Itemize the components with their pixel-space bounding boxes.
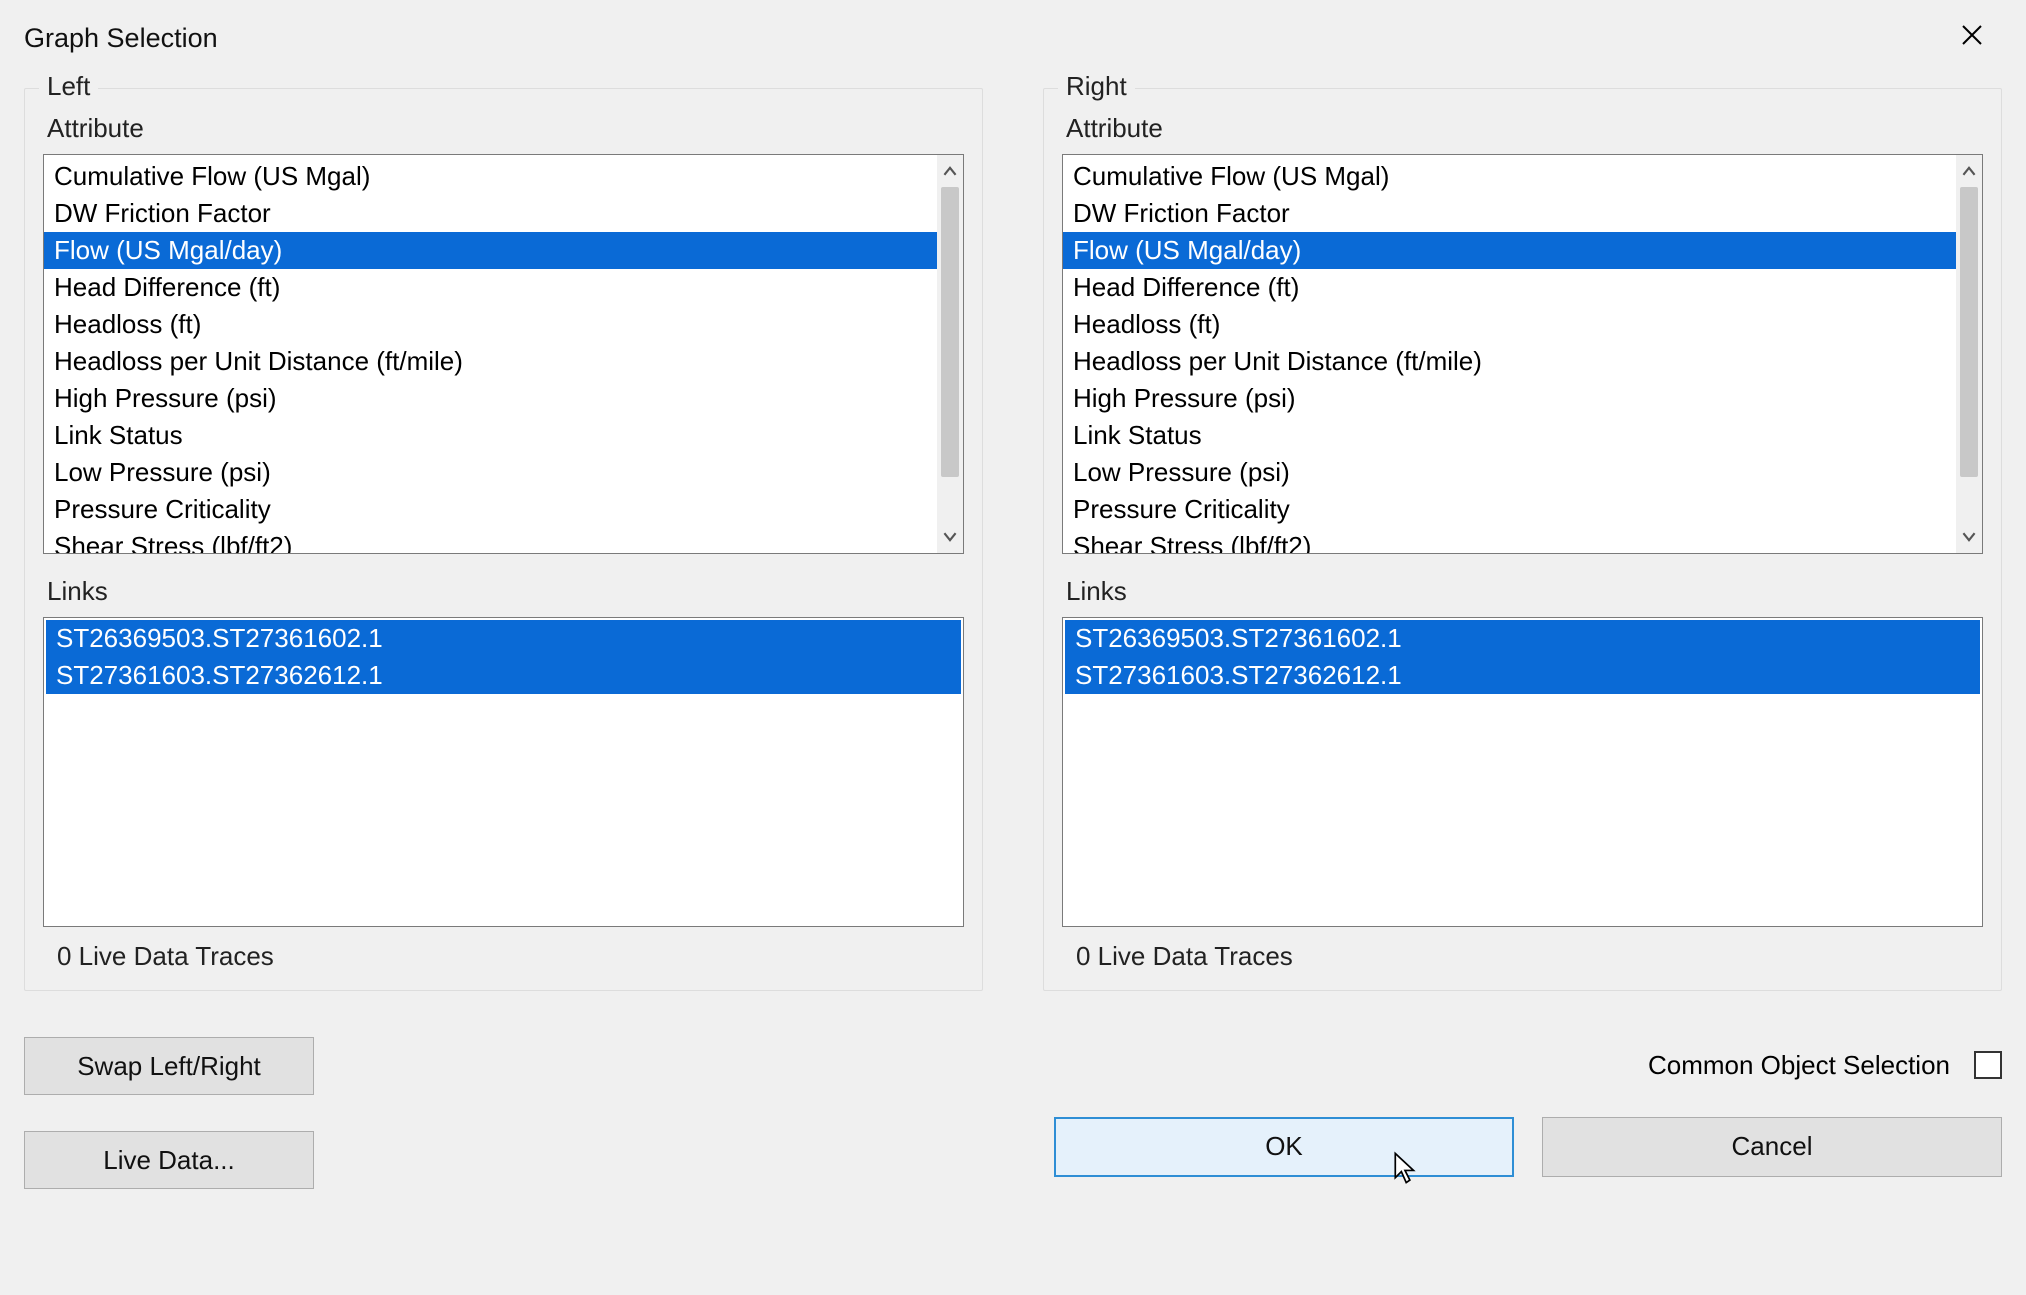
list-item[interactable]: Headloss per Unit Distance (ft/mile) (1063, 343, 1956, 380)
right-status: 0 Live Data Traces (1076, 941, 1983, 972)
list-item[interactable]: Pressure Criticality (1063, 491, 1956, 528)
right-group: Right Attribute Cumulative Flow (US Mgal… (1043, 88, 2002, 991)
list-item[interactable]: DW Friction Factor (44, 195, 937, 232)
close-icon (1960, 23, 1984, 54)
list-item[interactable]: Cumulative Flow (US Mgal) (1063, 158, 1956, 195)
live-data-button[interactable]: Live Data... (24, 1131, 314, 1189)
cancel-button[interactable]: Cancel (1542, 1117, 2002, 1177)
ok-button[interactable]: OK (1054, 1117, 1514, 1177)
list-item[interactable]: High Pressure (psi) (1063, 380, 1956, 417)
list-item[interactable]: Headloss per Unit Distance (ft/mile) (44, 343, 937, 380)
list-item[interactable]: ST26369503.ST27361602.1 (46, 620, 961, 657)
scroll-down-icon[interactable] (937, 525, 963, 547)
list-item[interactable]: High Pressure (psi) (44, 380, 937, 417)
scroll-thumb[interactable] (941, 187, 959, 477)
list-item[interactable]: Link Status (44, 417, 937, 454)
scrollbar[interactable] (1956, 155, 1982, 553)
left-links-label: Links (47, 576, 964, 607)
left-group-title: Left (39, 71, 98, 102)
list-item[interactable]: Shear Stress (lbf/ft2) (1063, 528, 1956, 553)
left-attribute-label: Attribute (47, 113, 964, 144)
list-item[interactable]: Head Difference (ft) (1063, 269, 1956, 306)
scroll-up-icon[interactable] (1956, 161, 1982, 183)
list-item[interactable]: Cumulative Flow (US Mgal) (44, 158, 937, 195)
common-object-selection-label[interactable]: Common Object Selection (1648, 1050, 2002, 1081)
list-item[interactable]: Shear Stress (lbf/ft2) (44, 528, 937, 553)
window-title: Graph Selection (24, 23, 218, 54)
list-item[interactable]: ST26369503.ST27361602.1 (1065, 620, 1980, 657)
list-item[interactable]: Low Pressure (psi) (44, 454, 937, 491)
list-item[interactable]: ST27361603.ST27362612.1 (1065, 657, 1980, 694)
list-item[interactable]: DW Friction Factor (1063, 195, 1956, 232)
right-attribute-label: Attribute (1066, 113, 1983, 144)
scroll-up-icon[interactable] (937, 161, 963, 183)
common-object-selection-text: Common Object Selection (1648, 1050, 1950, 1081)
right-links-listbox[interactable]: ST26369503.ST27361602.1ST27361603.ST2736… (1062, 617, 1983, 927)
right-attribute-listbox[interactable]: Cumulative Flow (US Mgal)DW Friction Fac… (1062, 154, 1983, 554)
list-item[interactable]: ST27361603.ST27362612.1 (46, 657, 961, 694)
swap-left-right-button[interactable]: Swap Left/Right (24, 1037, 314, 1095)
list-item[interactable]: Headloss (ft) (1063, 306, 1956, 343)
scrollbar[interactable] (937, 155, 963, 553)
list-item[interactable]: Flow (US Mgal/day) (1063, 232, 1956, 269)
common-object-selection-checkbox[interactable] (1974, 1051, 2002, 1079)
list-item[interactable]: Flow (US Mgal/day) (44, 232, 937, 269)
list-item[interactable]: Headloss (ft) (44, 306, 937, 343)
right-group-title: Right (1058, 71, 1135, 102)
list-item[interactable]: Head Difference (ft) (44, 269, 937, 306)
left-group: Left Attribute Cumulative Flow (US Mgal)… (24, 88, 983, 991)
list-item[interactable]: Pressure Criticality (44, 491, 937, 528)
scroll-thumb[interactable] (1960, 187, 1978, 477)
scroll-down-icon[interactable] (1956, 525, 1982, 547)
right-links-label: Links (1066, 576, 1983, 607)
list-item[interactable]: Low Pressure (psi) (1063, 454, 1956, 491)
left-links-listbox[interactable]: ST26369503.ST27361602.1ST27361603.ST2736… (43, 617, 964, 927)
close-button[interactable] (1942, 18, 2002, 58)
left-attribute-listbox[interactable]: Cumulative Flow (US Mgal)DW Friction Fac… (43, 154, 964, 554)
list-item[interactable]: Link Status (1063, 417, 1956, 454)
left-status: 0 Live Data Traces (57, 941, 964, 972)
